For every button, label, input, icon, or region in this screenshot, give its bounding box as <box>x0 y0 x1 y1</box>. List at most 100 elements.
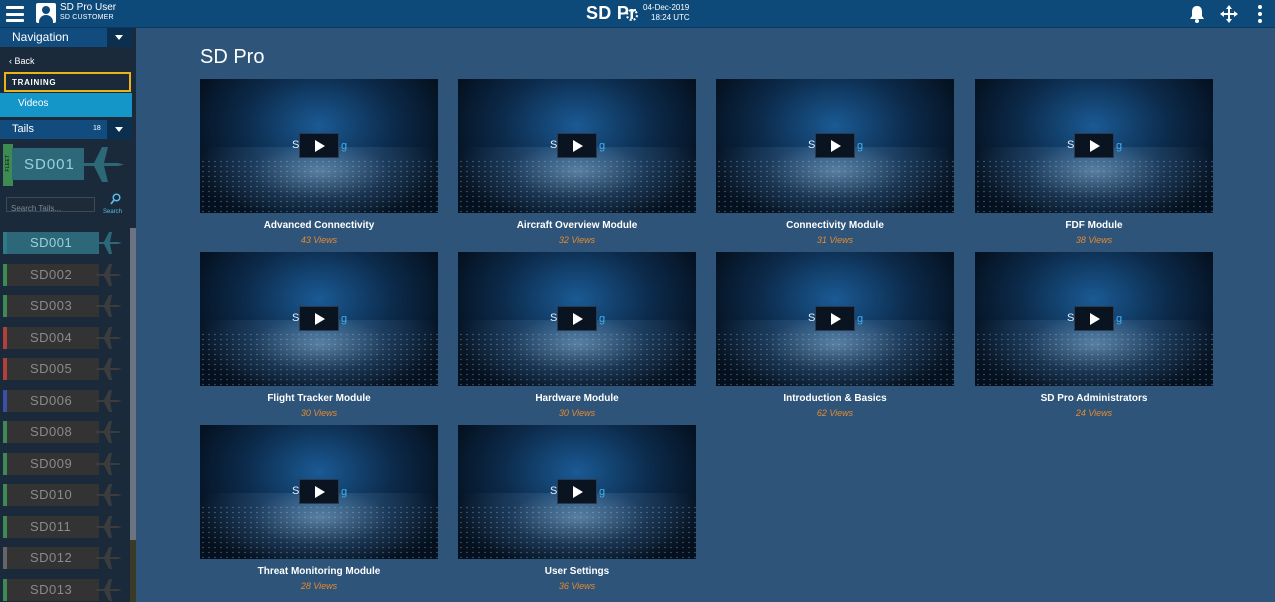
selected-tail-label: SD001 <box>24 156 75 173</box>
video-thumbnail[interactable]: SDg <box>716 79 954 213</box>
thumbnail-logo-right: g <box>599 313 606 325</box>
video-views: 30 Views <box>300 408 338 418</box>
search-button[interactable]: Search <box>102 193 128 217</box>
video-title[interactable]: SD Pro Administrators <box>975 393 1213 404</box>
video-title[interactable]: Connectivity Module <box>716 220 954 231</box>
airplane-icon <box>96 484 122 506</box>
play-icon[interactable] <box>299 479 339 504</box>
back-link[interactable]: ‹ Back <box>9 56 35 66</box>
video-thumbnail[interactable]: SDg <box>716 252 954 386</box>
airplane-icon <box>96 358 122 380</box>
navigation-dropdown-icon[interactable] <box>107 28 132 47</box>
tails-dropdown-icon[interactable] <box>107 120 132 139</box>
video-thumbnail[interactable]: SDg <box>975 252 1213 386</box>
current-time: 18:24 UTC <box>651 13 690 22</box>
tail-row[interactable]: SD013 <box>0 575 130 602</box>
tail-label: SD004 <box>30 329 73 345</box>
video-title[interactable]: Introduction & Basics <box>716 393 954 404</box>
video-title[interactable]: Aircraft Overview Module <box>458 220 696 231</box>
thumbnail-particles <box>975 159 1213 213</box>
play-icon[interactable] <box>815 133 855 158</box>
airplane-icon <box>96 515 122 538</box>
video-card[interactable]: SDg User Settings 36 Views <box>458 425 696 600</box>
play-icon[interactable] <box>299 133 339 158</box>
scrollbar-thumb[interactable] <box>130 228 136 540</box>
play-icon[interactable] <box>557 306 597 331</box>
play-icon[interactable] <box>1074 306 1114 331</box>
video-thumbnail[interactable]: SDg <box>458 425 696 559</box>
sidebar-scrollbar[interactable] <box>130 228 136 602</box>
video-card[interactable]: SDg SD Pro Administrators 24 Views <box>975 252 1213 427</box>
tail-row[interactable]: SD005 <box>0 354 130 386</box>
thumbnail-particles <box>716 159 954 213</box>
tail-row[interactable]: SD009 <box>0 449 130 481</box>
play-icon[interactable] <box>1074 133 1114 158</box>
scrollbar-track-bottom <box>130 540 136 602</box>
fleet-tab-label: FLEET <box>5 154 11 172</box>
video-thumbnail[interactable]: SDg <box>200 252 438 386</box>
airplane-icon <box>96 389 122 412</box>
tail-row[interactable]: SD006 <box>0 386 130 418</box>
tail-row[interactable]: SD010 <box>0 480 130 512</box>
tail-label: SD013 <box>30 581 73 597</box>
training-section[interactable]: TRAINING <box>4 72 131 92</box>
video-card[interactable]: SDg Flight Tracker Module 30 Views <box>200 252 438 427</box>
play-icon[interactable] <box>557 479 597 504</box>
video-thumbnail[interactable]: SDg <box>200 425 438 559</box>
video-title[interactable]: User Settings <box>458 566 696 577</box>
video-card[interactable]: SDg Advanced Connectivity 43 Views <box>200 79 438 254</box>
tail-row[interactable]: SD003 <box>0 291 130 323</box>
thumbnail-logo-right: g <box>1116 140 1123 152</box>
video-thumbnail[interactable]: SDg <box>200 79 438 213</box>
search-button-label: Search <box>103 209 123 215</box>
thumbnail-logo-right: g <box>341 486 348 498</box>
tail-row[interactable]: SD004 <box>0 323 130 355</box>
notifications-bell-icon[interactable] <box>1187 4 1207 24</box>
tail-row[interactable]: SD008 <box>0 417 130 449</box>
tail-label: SD005 <box>30 361 73 376</box>
video-card[interactable]: SDg Introduction & Basics 62 Views <box>716 252 954 427</box>
play-icon[interactable] <box>557 133 597 158</box>
tail-row[interactable]: SD012 <box>0 543 130 575</box>
video-title[interactable]: Flight Tracker Module <box>200 393 438 404</box>
video-title[interactable]: Threat Monitoring Module <box>200 566 438 577</box>
airplane-icon <box>96 578 122 601</box>
more-options-icon[interactable] <box>1257 5 1263 23</box>
video-views: 31 Views <box>816 235 854 245</box>
video-card[interactable]: SDg Threat Monitoring Module 28 Views <box>200 425 438 600</box>
play-icon[interactable] <box>815 306 855 331</box>
sidebar-item-videos[interactable]: Videos <box>0 93 132 117</box>
tail-row[interactable]: SD001 <box>0 228 130 260</box>
thumbnail-particles <box>200 332 438 386</box>
video-card[interactable]: SDg Aircraft Overview Module 32 Views <box>458 79 696 254</box>
video-card[interactable]: SDg Connectivity Module 31 Views <box>716 79 954 254</box>
play-icon[interactable] <box>299 306 339 331</box>
video-thumbnail[interactable]: SDg <box>458 252 696 386</box>
video-card[interactable]: SDg FDF Module 38 Views <box>975 79 1213 254</box>
video-title[interactable]: Advanced Connectivity <box>200 220 438 231</box>
search-tails-input[interactable] <box>7 202 94 215</box>
video-thumbnail[interactable]: SDg <box>975 79 1213 213</box>
hamburger-menu-icon[interactable] <box>6 6 24 22</box>
thumbnail-logo-right: g <box>1116 313 1123 325</box>
video-title[interactable]: Hardware Module <box>458 393 696 404</box>
video-card[interactable]: SDg Hardware Module 30 Views <box>458 252 696 427</box>
tail-label: SD003 <box>30 298 73 313</box>
tail-row[interactable]: SD002 <box>0 260 130 292</box>
sidebar: Navigation ‹ Back TRAINING Videos Tails … <box>0 28 136 602</box>
video-views: 24 Views <box>1075 408 1113 418</box>
video-views: 62 Views <box>816 408 854 418</box>
move-arrows-icon[interactable] <box>1219 4 1239 24</box>
tail-row[interactable]: SD011 <box>0 512 130 544</box>
tail-list: SD001 SD002 SD003 SD004 SD005 SD006 SD008 SD009… <box>0 228 130 602</box>
user-avatar-icon[interactable] <box>36 3 56 23</box>
tail-label: SD006 <box>30 392 73 408</box>
search-tails-field[interactable] <box>6 197 95 215</box>
brand-gear-icon <box>626 9 638 21</box>
video-thumbnail[interactable]: SDg <box>458 79 696 213</box>
videos-label: Videos <box>18 98 49 109</box>
selected-tail[interactable]: SD001 <box>12 146 124 183</box>
video-title[interactable]: FDF Module <box>975 220 1213 231</box>
tail-label: SD008 <box>30 424 73 439</box>
current-date: 04-Dec-2019 <box>643 3 690 12</box>
